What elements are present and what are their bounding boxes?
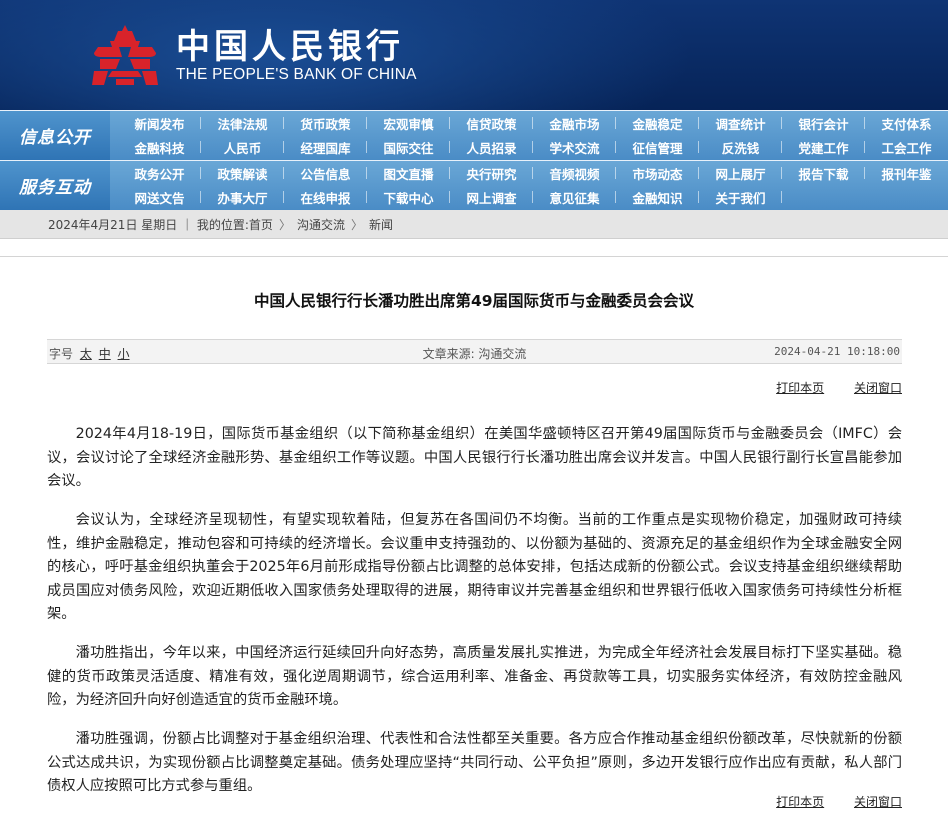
nav-link[interactable]: 金融知识 bbox=[616, 185, 699, 210]
nav-link[interactable]: 支付体系 bbox=[865, 111, 948, 135]
article-paragraph: 潘功胜指出，今年以来，中国经济运行延续回升向好态势，高质量发展扎实推进，为完成全… bbox=[47, 645, 902, 708]
article-panel: 中国人民银行行长潘功胜出席第49届国际货币与金融委员会会议 字号 太 中 小 文… bbox=[0, 256, 948, 831]
nav-link[interactable]: 关于我们 bbox=[699, 185, 782, 210]
print-page-link[interactable]: 打印本页 bbox=[776, 795, 824, 809]
article-paragraph: 潘功胜强调，份额占比调整对于基金组织治理、代表性和合法性都至关重要。各方应合作推… bbox=[47, 731, 902, 794]
font-size-label: 字号 bbox=[49, 347, 74, 361]
nav-link[interactable]: 法律法规 bbox=[201, 111, 284, 135]
nav-link[interactable]: 宏观审慎 bbox=[367, 111, 450, 135]
nav-link[interactable]: 报告下载 bbox=[782, 161, 865, 185]
article-paragraph: 会议认为，全球经济呈现韧性，有望实现软着陆，但复苏在各国间仍不均衡。当前的工作重… bbox=[47, 512, 902, 622]
nav-link[interactable]: 金融市场 bbox=[533, 111, 616, 135]
breadcrumb-separator-icon: 〉 bbox=[278, 217, 291, 232]
font-size-medium-link[interactable]: 中 bbox=[99, 347, 111, 361]
brand-name-cn: 中国人民银行 bbox=[176, 27, 404, 67]
nav-service-grid: 政务公开 政策解读 公告信息 图文直播 央行研究 音频视频 市场动态 网上展厅 … bbox=[118, 161, 948, 210]
site-header: 中国人民银行 THE PEOPLE'S BANK OF CHINA bbox=[0, 0, 948, 110]
nav-link[interactable]: 政策解读 bbox=[201, 161, 284, 185]
article-tools-bottom: 打印本页 关闭窗口 bbox=[750, 793, 902, 810]
nav-link[interactable]: 公告信息 bbox=[284, 161, 367, 185]
nav-link[interactable]: 反洗钱 bbox=[699, 135, 782, 160]
nav-link[interactable]: 报刊年鉴 bbox=[865, 161, 948, 185]
nav-link[interactable]: 办事大厅 bbox=[201, 185, 284, 210]
nav-link[interactable]: 银行会计 bbox=[782, 111, 865, 135]
nav-link[interactable]: 新闻发布 bbox=[118, 111, 201, 135]
nav-link[interactable]: 调查统计 bbox=[699, 111, 782, 135]
nav-link[interactable]: 国际交往 bbox=[367, 135, 450, 160]
nav-info-grid: 新闻发布 法律法规 货币政策 宏观审慎 信贷政策 金融市场 金融稳定 调查统计 … bbox=[118, 111, 948, 160]
nav-link[interactable]: 网上展厅 bbox=[699, 161, 782, 185]
font-size-small-link[interactable]: 小 bbox=[118, 347, 130, 361]
nav-info-band: 信息公开 新闻发布 法律法规 货币政策 宏观审慎 信贷政策 金融市场 金融稳定 … bbox=[0, 110, 948, 160]
close-window-link[interactable]: 关闭窗口 bbox=[854, 795, 902, 809]
nav-link[interactable]: 金融稳定 bbox=[616, 111, 699, 135]
nav-link[interactable]: 人民币 bbox=[201, 135, 284, 160]
font-size-control: 字号 太 中 小 bbox=[49, 345, 130, 362]
nav-link[interactable]: 央行研究 bbox=[450, 161, 533, 185]
article-body: 2024年4月18-19日，国际货币基金组织（以下简称基金组织）在美国华盛顿特区… bbox=[47, 423, 902, 814]
nav-service-label: 服务互动 bbox=[0, 161, 110, 210]
nav-link[interactable]: 意见征集 bbox=[533, 185, 616, 210]
breadcrumb-date-location[interactable]: 2024年4月21日 星期日 ｜ 我的位置:首页 bbox=[48, 216, 273, 233]
nav-service-band: 服务互动 政务公开 政策解读 公告信息 图文直播 央行研究 音频视频 市场动态 … bbox=[0, 160, 948, 210]
pboc-logo-icon[interactable] bbox=[92, 25, 158, 87]
nav-link[interactable]: 在线申报 bbox=[284, 185, 367, 210]
nav-link[interactable]: 市场动态 bbox=[616, 161, 699, 185]
nav-link[interactable]: 经理国库 bbox=[284, 135, 367, 160]
nav-link[interactable]: 音频视频 bbox=[533, 161, 616, 185]
nav-link[interactable]: 下载中心 bbox=[367, 185, 450, 210]
nav-link[interactable]: 人员招录 bbox=[450, 135, 533, 160]
article-tools-top: 打印本页 关闭窗口 bbox=[750, 379, 902, 396]
nav-link[interactable]: 征信管理 bbox=[616, 135, 699, 160]
nav-link[interactable]: 工会工作 bbox=[865, 135, 948, 160]
breadcrumb-separator-icon: 〉 bbox=[350, 217, 363, 232]
breadcrumb-link[interactable]: 沟通交流 bbox=[297, 216, 345, 233]
breadcrumb: 2024年4月21日 星期日 ｜ 我的位置:首页 〉 沟通交流 〉 新闻 bbox=[0, 210, 948, 239]
nav-info-label: 信息公开 bbox=[0, 111, 110, 160]
brand-name-en: THE PEOPLE'S BANK OF CHINA bbox=[176, 66, 417, 83]
print-page-link[interactable]: 打印本页 bbox=[776, 381, 824, 395]
breadcrumb-link[interactable]: 新闻 bbox=[369, 216, 393, 233]
article-meta-bar: 字号 太 中 小 文章来源: 沟通交流 2024-04-21 10:18:00 bbox=[47, 339, 902, 364]
close-window-link[interactable]: 关闭窗口 bbox=[854, 381, 902, 395]
nav-link[interactable]: 信贷政策 bbox=[450, 111, 533, 135]
nav-link[interactable]: 党建工作 bbox=[782, 135, 865, 160]
article-paragraph: 2024年4月18-19日，国际货币基金组织（以下简称基金组织）在美国华盛顿特区… bbox=[47, 426, 902, 489]
nav-link[interactable]: 网上调查 bbox=[450, 185, 533, 210]
nav-link[interactable]: 网送文告 bbox=[118, 185, 201, 210]
nav-link[interactable]: 金融科技 bbox=[118, 135, 201, 160]
nav-link[interactable]: 学术交流 bbox=[533, 135, 616, 160]
publish-date: 2024-04-21 10:18:00 bbox=[774, 345, 900, 358]
font-size-large-link[interactable]: 太 bbox=[80, 347, 92, 361]
nav-link[interactable]: 图文直播 bbox=[367, 161, 450, 185]
nav-link[interactable]: 货币政策 bbox=[284, 111, 367, 135]
article-title: 中国人民银行行长潘功胜出席第49届国际货币与金融委员会会议 bbox=[253, 292, 695, 310]
nav-link[interactable]: 政务公开 bbox=[118, 161, 201, 185]
